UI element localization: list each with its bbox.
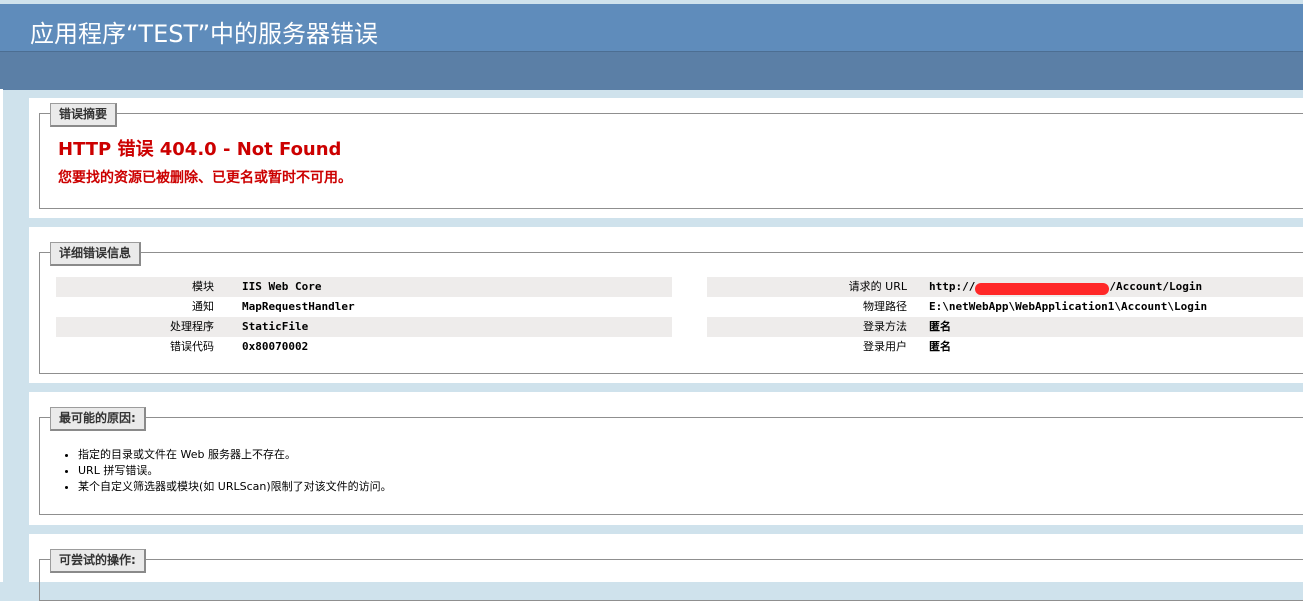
detail-value: IIS Web Core [242, 280, 322, 293]
detail-label: 通知 [192, 300, 214, 313]
detail-label: 错误代码 [170, 340, 214, 353]
detail-row-notification: 通知 MapRequestHandler [56, 297, 672, 317]
detail-value: MapRequestHandler [242, 300, 355, 313]
detail-label: 处理程序 [170, 320, 214, 333]
detail-value: StaticFile [242, 320, 309, 333]
detail-value: 0x80070002 [242, 340, 309, 353]
redaction-scribble [975, 283, 1110, 295]
actions-legend: 可尝试的操作: [50, 549, 146, 573]
summary-legend: 错误摘要 [50, 103, 118, 127]
page-title: 应用程序“TEST”中的服务器错误 [30, 20, 379, 48]
detail-row-logon-user: 登录用户 匿名 [707, 337, 1303, 357]
detail-row-physical-path: 物理路径 E:\netWebApp\WebApplication1\Accoun… [707, 297, 1303, 317]
error-heading: HTTP 错误 404.0 - Not Found [58, 139, 342, 160]
detail-value: E:\netWebApp\WebApplication1\Account\Log… [929, 300, 1208, 313]
details-legend: 详细错误信息 [50, 242, 142, 266]
actions-fieldset: 可尝试的操作: [39, 549, 1303, 601]
detail-label: 模块 [192, 280, 214, 293]
summary-panel: 错误摘要 HTTP 错误 404.0 - Not Found 您要找的资源已被删… [29, 98, 1303, 218]
header-subbar [0, 51, 1303, 90]
causes-fieldset: 最可能的原因: 指定的目录或文件在 Web 服务器上不存在。 URL 拼写错误。… [39, 407, 1303, 515]
error-message: 您要找的资源已被删除、已更名或暂时不可用。 [58, 170, 352, 186]
detail-row-logon-method: 登录方法 匿名 [707, 317, 1303, 337]
details-fieldset: 详细错误信息 模块 IIS Web Core 通知 MapRequestHand… [39, 242, 1303, 374]
request-url-value: http:// /Account/Login [929, 277, 1202, 297]
url-prefix: http:// [929, 280, 976, 293]
url-suffix: /Account/Login [1109, 280, 1203, 293]
summary-fieldset: 错误摘要 HTTP 错误 404.0 - Not Found 您要找的资源已被删… [39, 103, 1303, 209]
detail-row-module: 模块 IIS Web Core [56, 277, 672, 297]
list-item: 指定的目录或文件在 Web 服务器上不存在。 [78, 447, 392, 463]
page-header: 应用程序“TEST”中的服务器错误 [0, 4, 1303, 51]
detail-row-request-url: 请求的 URL http:// /Account/Login [707, 277, 1303, 297]
list-item: 某个自定义筛选器或模块(如 URLScan)限制了对该文件的访问。 [78, 479, 392, 495]
detail-value: 匿名 [929, 320, 951, 333]
details-panel: 详细错误信息 模块 IIS Web Core 通知 MapRequestHand… [29, 227, 1303, 383]
actions-panel: 可尝试的操作: [29, 534, 1303, 601]
detail-row-error-code: 错误代码 0x80070002 [56, 337, 672, 357]
detail-row-handler: 处理程序 StaticFile [56, 317, 672, 337]
detail-label: 请求的 URL [848, 280, 907, 293]
detail-label: 登录用户 [863, 340, 907, 353]
left-strip [0, 89, 3, 582]
list-item: URL 拼写错误。 [78, 463, 392, 479]
detail-label: 登录方法 [863, 320, 907, 333]
detail-value: 匿名 [929, 340, 951, 353]
causes-legend: 最可能的原因: [50, 407, 146, 431]
causes-list: 指定的目录或文件在 Web 服务器上不存在。 URL 拼写错误。 某个自定义筛选… [58, 447, 392, 495]
causes-panel: 最可能的原因: 指定的目录或文件在 Web 服务器上不存在。 URL 拼写错误。… [29, 392, 1303, 525]
detail-label: 物理路径 [863, 300, 907, 313]
